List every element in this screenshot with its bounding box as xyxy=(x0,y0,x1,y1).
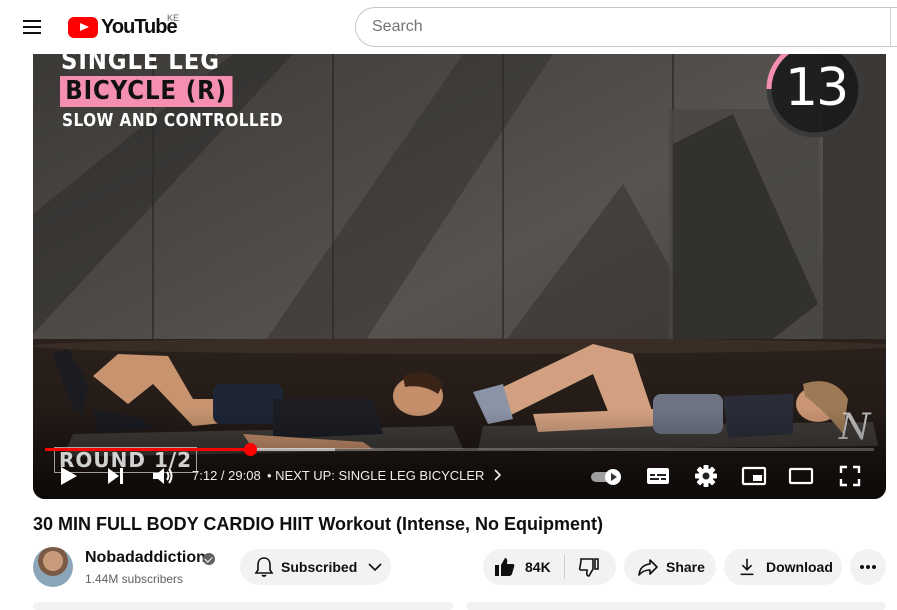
autoplay-toggle-icon[interactable] xyxy=(589,464,625,488)
subscribed-label: Subscribed xyxy=(281,559,358,575)
subtitles-icon[interactable] xyxy=(646,464,670,488)
description-box-edge xyxy=(33,602,453,610)
download-button[interactable]: Download xyxy=(724,549,842,585)
play-icon[interactable] xyxy=(58,464,80,488)
theater-icon[interactable] xyxy=(788,464,814,488)
dislike-icon xyxy=(578,558,599,577)
overlay-timer: 13 xyxy=(785,58,849,118)
download-icon xyxy=(740,558,754,576)
overlay-exercise-line1: SINGLE LEG xyxy=(61,54,220,76)
current-time: 7:12 xyxy=(192,468,218,483)
search-input[interactable] xyxy=(355,7,897,47)
next-up-chapter[interactable]: • NEXT UP: SINGLE LEG BICYCLER xyxy=(267,468,502,483)
video-title: 30 MIN FULL BODY CARDIO HIIT Workout (In… xyxy=(33,514,604,534)
bullet-separator: • xyxy=(267,468,276,483)
youtube-logo[interactable]: YouTube xyxy=(68,14,178,40)
download-label: Download xyxy=(766,559,833,575)
next-icon[interactable] xyxy=(105,464,127,488)
share-icon xyxy=(638,559,658,576)
share-label: Share xyxy=(666,559,705,575)
progress-played xyxy=(45,448,250,451)
sidebar-chip-edge xyxy=(466,602,886,610)
channel-name[interactable]: Nobadaddiction xyxy=(85,549,206,567)
search-divider xyxy=(890,8,891,46)
like-icon xyxy=(495,558,515,576)
video-player[interactable]: N SINGLE LEG BICYCLE (R) SLOW AND CONTRO… xyxy=(33,54,886,499)
subscribed-button[interactable]: Subscribed xyxy=(240,549,391,585)
settings-icon[interactable] xyxy=(694,464,718,488)
bell-icon xyxy=(254,557,274,577)
fullscreen-icon[interactable] xyxy=(838,464,862,488)
youtube-logo-icon xyxy=(68,16,98,38)
more-icon xyxy=(860,565,876,569)
time-separator: / xyxy=(217,468,229,483)
chevron-down-icon xyxy=(368,563,382,572)
dislike-button[interactable] xyxy=(565,549,601,585)
top-bar: YouTube KE xyxy=(0,0,897,54)
channel-avatar[interactable] xyxy=(33,547,73,587)
verified-icon xyxy=(203,553,215,565)
progress-bar[interactable] xyxy=(45,443,874,456)
menu-icon[interactable] xyxy=(20,15,44,39)
progress-scrubber[interactable] xyxy=(243,443,257,456)
share-button[interactable]: Share xyxy=(624,549,716,585)
miniplayer-icon[interactable] xyxy=(741,464,767,488)
volume-icon[interactable] xyxy=(151,464,175,488)
next-up-label: NEXT UP: SINGLE LEG BICYCLER xyxy=(275,468,485,483)
like-dislike-group: 84K xyxy=(483,549,616,585)
country-code: KE xyxy=(167,13,180,23)
more-actions-button[interactable] xyxy=(850,549,886,585)
time-display: 7:12 / 29:08 xyxy=(192,468,261,483)
subscriber-count: 1.44M subscribers xyxy=(85,572,184,586)
overlay-exercise-line2: BICYCLE (R) xyxy=(60,76,233,107)
overlay-instruction: SLOW AND CONTROLLED xyxy=(62,110,284,131)
chevron-right-icon xyxy=(494,469,502,481)
logo-text: YouTube xyxy=(101,15,178,38)
duration: 29:08 xyxy=(228,468,261,483)
like-button[interactable]: 84K xyxy=(483,549,551,585)
like-count: 84K xyxy=(525,559,551,575)
